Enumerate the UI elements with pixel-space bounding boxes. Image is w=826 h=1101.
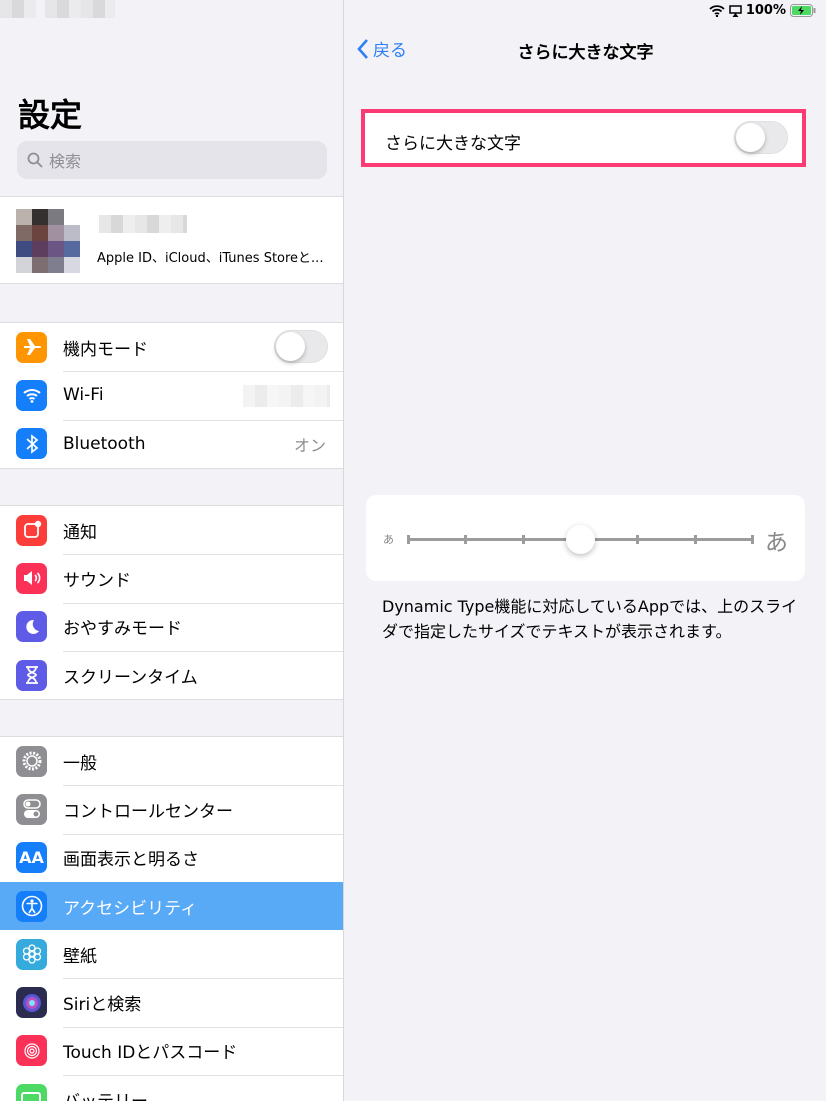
- wifi-network-blurred: [243, 385, 330, 408]
- sidebar-item-label: 一般: [63, 753, 97, 774]
- slider-tick: [521, 535, 525, 544]
- hourglass-icon: [16, 659, 47, 691]
- settings-group: 通知サウンドおやすみモード スクリーンタイム: [0, 505, 343, 701]
- detail-pane: 100% 戻る さらに大きな文字 さらに大きな文字 あ あ Dynamic Ty…: [345, 0, 826, 1101]
- larger-text-toggle[interactable]: [734, 121, 788, 154]
- slider-max-label: あ: [765, 530, 788, 556]
- sidebar-item-switches[interactable]: コントロールセンター: [0, 785, 343, 833]
- slider-tick: [464, 535, 468, 544]
- sidebar-item-siri[interactable]: Siriと検索: [0, 978, 343, 1026]
- sidebar-item-label: スクリーンタイム: [63, 667, 198, 688]
- sidebar-item-label: コントロールセンター: [63, 801, 233, 822]
- sidebar-item-flower[interactable]: 壁紙: [0, 930, 343, 978]
- sidebar-item-fingerprint[interactable]: Touch IDとパスコード: [0, 1026, 343, 1075]
- settings-group: 機内モード Wi-Fi Bluetooth オン: [0, 322, 343, 469]
- sidebar-item-label: 画面表示と明るさ: [63, 850, 199, 871]
- accessibility-icon: [16, 890, 47, 922]
- sound-icon: [16, 562, 47, 594]
- sidebar-item-accessibility[interactable]: アクセシビリティ: [0, 881, 343, 931]
- larger-text-row: さらに大きな文字: [361, 109, 806, 167]
- sidebar-item-label: おやすみモード: [63, 619, 182, 640]
- slider-tick: [693, 535, 697, 544]
- sidebar-item-wifi[interactable]: Wi-Fi: [0, 371, 343, 419]
- profile-subtitle: Apple ID、iCloud、iTunes Storeと...: [97, 251, 324, 266]
- wifi-icon: [709, 4, 725, 17]
- battery-icon: [16, 1083, 47, 1101]
- larger-text-label: さらに大きな文字: [385, 134, 521, 154]
- status-time-blurred: [0, 0, 36, 18]
- wifi-icon: [16, 379, 47, 411]
- search-input[interactable]: 検索: [17, 141, 327, 179]
- sidebar-item-label: アクセシビリティ: [63, 898, 198, 919]
- sidebar-item-label: サウンド: [63, 570, 131, 591]
- airplane-icon: [16, 331, 47, 363]
- sidebar-item-label: 通知: [63, 522, 97, 543]
- sidebar: 設定 検索 Apple ID、iCloud、iTunes Storeと... 機…: [0, 0, 344, 1101]
- apple-id-profile[interactable]: Apple ID、iCloud、iTunes Storeと...: [0, 196, 343, 284]
- sidebar-item-label: Wi-Fi: [63, 385, 104, 406]
- slider-tick: [636, 535, 640, 544]
- sidebar-item-moon[interactable]: おやすみモード: [0, 602, 343, 651]
- moon-icon: [16, 611, 47, 643]
- status-bar: 100%: [709, 3, 816, 18]
- slider-thumb[interactable]: [566, 525, 595, 554]
- airplay-icon: [729, 4, 742, 17]
- avatar: [16, 209, 80, 273]
- sidebar-item-airplane[interactable]: 機内モード: [0, 323, 343, 371]
- bluetooth-icon: [16, 428, 47, 460]
- sidebar-item-battery[interactable]: バッテリー: [0, 1075, 343, 1101]
- notifications-icon: [16, 514, 47, 546]
- settings-group: 一般コントロールセンター AA 画面表示と明るさ アクセシビリティ 壁紙 Siriと検索 T…: [0, 736, 343, 1101]
- sidebar-item-label: Siriと検索: [63, 995, 142, 1016]
- profile-name-blurred: [99, 215, 187, 233]
- siri-icon: [16, 987, 47, 1019]
- sidebar-item-sound[interactable]: サウンド: [0, 554, 343, 602]
- gear-icon: [16, 745, 47, 777]
- text-size-slider[interactable]: [407, 525, 754, 554]
- sidebar-item-value: オン: [293, 435, 326, 455]
- battery-percent: 100%: [745, 3, 786, 18]
- text-size-slider-card: あ あ: [366, 495, 805, 581]
- switches-icon: [16, 793, 47, 825]
- slider-tick: [407, 535, 410, 544]
- sidebar-item-notifications[interactable]: 通知: [0, 506, 343, 554]
- sidebar-item-gear[interactable]: 一般: [0, 737, 343, 785]
- sidebar-item-label: バッテリー: [63, 1087, 148, 1101]
- sidebar-item-label: 機内モード: [63, 339, 148, 360]
- sidebar-item-text-size[interactable]: AA 画面表示と明るさ: [0, 833, 343, 882]
- search-placeholder: 検索: [49, 152, 82, 171]
- slider-tick: [751, 535, 754, 544]
- text-size-icon: AA: [16, 842, 47, 874]
- page-title: 設定: [18, 96, 83, 134]
- slider-min-label: あ: [383, 533, 394, 546]
- fingerprint-icon: [16, 1035, 47, 1067]
- status-date-blurred: [45, 0, 115, 18]
- search-icon: [27, 152, 43, 168]
- sidebar-item-label: 壁紙: [63, 946, 97, 967]
- sidebar-item-hourglass[interactable]: スクリーンタイム: [0, 650, 343, 699]
- sidebar-item-label: Touch IDとパスコード: [63, 1043, 238, 1064]
- description-text: Dynamic Type機能に対応しているAppでは、上のスライダで指定したサイ…: [382, 597, 798, 641]
- flower-icon: [16, 938, 47, 970]
- airplane-mode-toggle[interactable]: [274, 330, 328, 363]
- sidebar-item-label: Bluetooth: [63, 433, 146, 454]
- nav-title: さらに大きな文字: [517, 43, 654, 63]
- battery-charging-icon: [790, 4, 816, 17]
- sidebar-item-bluetooth[interactable]: Bluetooth オン: [0, 419, 343, 468]
